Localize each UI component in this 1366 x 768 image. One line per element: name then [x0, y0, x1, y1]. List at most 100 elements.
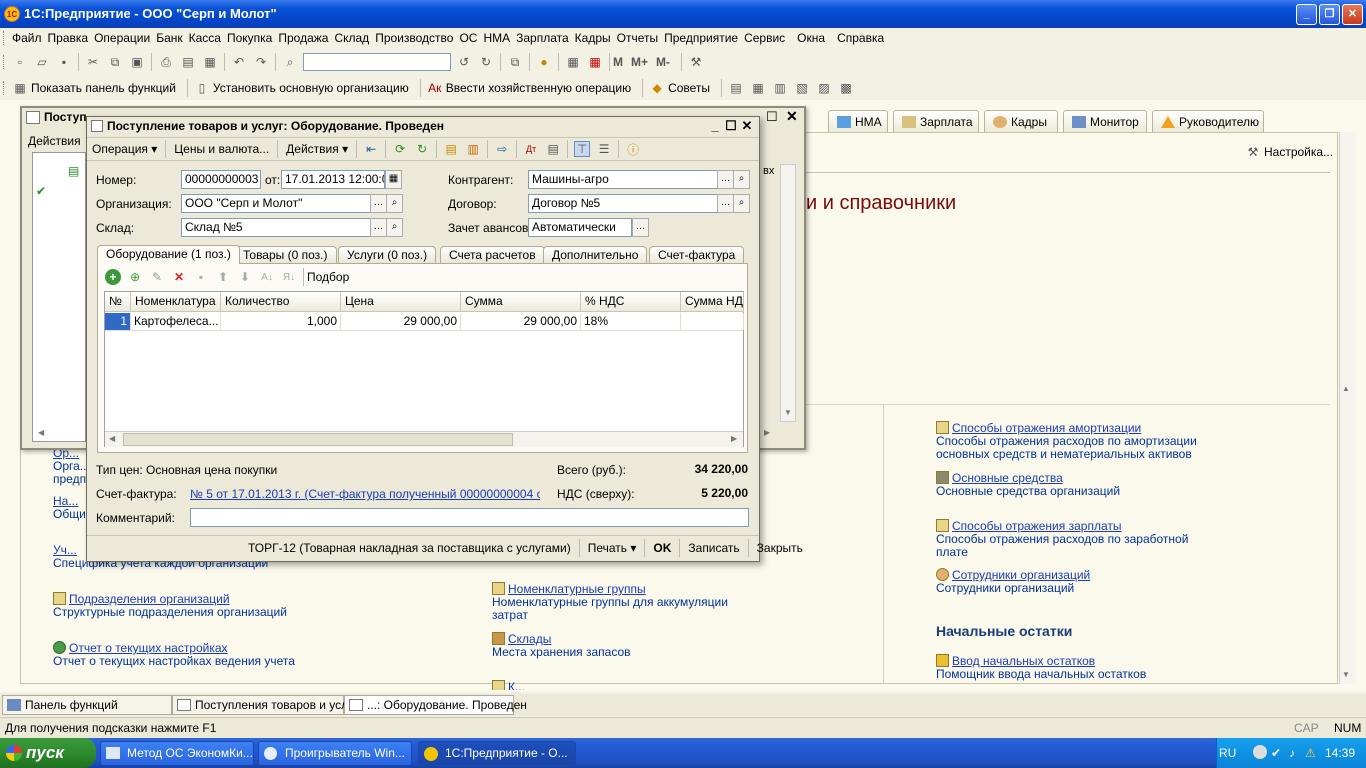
scroll-thumb[interactable] — [123, 433, 513, 446]
save-button[interactable]: Записать — [683, 541, 744, 555]
list-scrollbar[interactable] — [780, 164, 796, 422]
copy-row-icon[interactable]: ⊕ — [127, 269, 143, 285]
menu-os[interactable]: ОС — [456, 28, 480, 48]
close-button[interactable]: ✕ — [1342, 4, 1363, 25]
calculator-icon[interactable]: ▦ — [565, 54, 581, 70]
app-icon[interactable]: 1С — [4, 6, 20, 22]
add-icon[interactable]: + — [105, 269, 121, 285]
actions-menu[interactable]: Действия ▾ — [281, 142, 353, 156]
go-icon[interactable]: ⇨ — [494, 141, 510, 157]
tab-additional[interactable]: Дополнительно — [543, 246, 648, 264]
back-icon[interactable] — [1253, 745, 1267, 759]
tab-accounts[interactable]: Счета расчетов — [440, 246, 545, 264]
menu-operations[interactable]: Операции — [91, 28, 153, 48]
menu-bank[interactable]: Банк — [153, 28, 185, 48]
tab-goods[interactable]: Товары (0 поз.) — [234, 246, 337, 264]
tab-equipment[interactable]: Оборудование (1 поз.) — [97, 245, 240, 264]
menu-enterprise[interactable]: Предприятие — [661, 28, 741, 48]
preview-icon[interactable]: ▤ — [180, 54, 196, 70]
new-icon[interactable]: ▫ — [12, 54, 28, 70]
row-nomenclature[interactable]: Картофелеса... — [131, 313, 221, 330]
advance-select-button[interactable]: … — [632, 218, 649, 237]
windows-icon[interactable]: ⧉ — [507, 54, 523, 70]
tab-hr[interactable]: Кадры — [984, 110, 1058, 132]
scroll-left-icon[interactable]: ◀ — [109, 434, 115, 443]
balance-icon[interactable]: ▧ — [794, 80, 810, 96]
comment-field[interactable] — [190, 508, 749, 527]
help-icon[interactable]: ⓘ — [625, 141, 641, 157]
hierarchy-icon[interactable]: ⊤ — [574, 141, 591, 157]
row-price[interactable]: 29 000,00 — [341, 313, 461, 330]
org-open-icon[interactable]: ⌕ — [386, 194, 403, 213]
edit-icon[interactable]: ✎ — [149, 269, 165, 285]
columns-icon[interactable]: ☰ — [596, 141, 612, 157]
select-button[interactable]: Подбор — [307, 270, 349, 284]
torg12-button[interactable]: ТОРГ-12 (Товарная накладная за поставщик… — [243, 541, 576, 555]
save-icon[interactable]: ▪ — [56, 54, 72, 70]
task-method-os[interactable]: Метод ОС ЭкономКи... — [100, 741, 254, 766]
reports-icon[interactable]: ▥ — [772, 80, 788, 96]
col-nomenclature[interactable]: Номенклатура — [131, 292, 221, 312]
menu-sale[interactable]: Продажа — [275, 28, 331, 48]
delete-icon[interactable]: ✕ — [171, 269, 187, 285]
tools-icon[interactable]: ⚒ — [688, 54, 704, 70]
dialog-minimize-button[interactable]: _ — [707, 118, 723, 134]
enter-operation-button[interactable]: Ввести хозяйственную операцию — [446, 81, 631, 95]
tab-invoice[interactable]: Счет-фактура — [649, 246, 745, 264]
row-sum[interactable]: 29 000,00 — [461, 313, 581, 330]
scroll-down-icon[interactable]: ▼ — [1342, 670, 1350, 679]
col-vat-sum[interactable]: Сумма НДС — [681, 292, 744, 312]
memory-minus[interactable]: M- — [656, 55, 670, 69]
organization-field[interactable]: ООО "Серп и Молот" — [181, 194, 371, 213]
row-quantity[interactable]: 1,000 — [221, 313, 341, 330]
ok-button[interactable]: OK — [648, 541, 676, 555]
menu-production[interactable]: Производство — [372, 28, 456, 48]
operation-menu[interactable]: Операция ▾ — [87, 142, 162, 156]
menu-file[interactable]: Файл — [9, 28, 45, 48]
wtab-list[interactable]: Поступления товаров и услуг — [172, 695, 359, 715]
row-number[interactable]: 1 — [105, 313, 131, 330]
move-down-icon[interactable]: ⬇ — [237, 269, 253, 285]
wtab-panel[interactable]: Панель функций — [2, 695, 172, 715]
set-org-button[interactable]: Установить основную организацию — [213, 81, 409, 95]
language-indicator[interactable]: RU — [1219, 738, 1236, 768]
sort-desc-icon[interactable]: Я↓ — [281, 269, 297, 285]
menu-windows[interactable]: Окна — [794, 28, 828, 48]
print-menu[interactable]: Печать ▾ — [583, 541, 642, 555]
move-up-icon[interactable]: ⬆ — [215, 269, 231, 285]
menu-cash[interactable]: Касса — [186, 28, 224, 48]
invoice-link[interactable]: № 5 от 17.01.2013 г. (Счет-фактура получ… — [190, 487, 540, 501]
date-field[interactable]: 17.01.2013 12:00:00 — [281, 170, 385, 189]
end-edit-icon[interactable]: ▪ — [193, 269, 209, 285]
menu-nma[interactable]: НМА — [480, 28, 513, 48]
redo-icon[interactable]: ↷ — [253, 54, 269, 70]
panel-settings-button[interactable]: ⚒ Настройка... — [1242, 144, 1333, 160]
col-quantity[interactable]: Количество — [221, 292, 341, 312]
menu-hr[interactable]: Кадры — [572, 28, 614, 48]
counterparty-field[interactable]: Машины-агро — [528, 170, 718, 189]
row-vat-sum[interactable] — [681, 313, 744, 330]
based-on-icon[interactable]: ▤ — [443, 141, 459, 157]
scroll-right-icon[interactable]: ▶ — [731, 434, 737, 443]
task-media-player[interactable]: Проигрыватель Win... — [258, 741, 412, 766]
journal-icon[interactable]: ▤ — [728, 80, 744, 96]
open-icon[interactable]: ▱ — [34, 54, 50, 70]
scroll-down-icon[interactable]: ▼ — [784, 408, 792, 417]
org-select-button[interactable]: … — [370, 194, 387, 213]
memory-plus[interactable]: M+ — [631, 55, 648, 69]
paste-icon[interactable]: ▣ — [129, 54, 145, 70]
search-input[interactable] — [303, 53, 451, 71]
col-number[interactable]: № — [105, 292, 131, 312]
settings-icon[interactable]: ▩ — [838, 80, 854, 96]
menu-edit[interactable]: Правка — [45, 28, 92, 48]
start-button[interactable]: пуск — [0, 738, 96, 768]
panel-scrollbar[interactable] — [1339, 132, 1356, 684]
search-next-icon[interactable]: ↻ — [478, 54, 494, 70]
tab-services[interactable]: Услуги (0 поз.) — [338, 246, 437, 264]
list-maximize-button[interactable]: ☐ — [766, 109, 778, 125]
menu-warehouse[interactable]: Склад — [331, 28, 372, 48]
number-field[interactable]: 00000000003 — [181, 170, 261, 189]
post-icon[interactable]: ⇤ — [363, 141, 379, 157]
clock[interactable]: 14:39 — [1325, 738, 1355, 768]
tab-salary[interactable]: Зарплата — [893, 110, 979, 132]
